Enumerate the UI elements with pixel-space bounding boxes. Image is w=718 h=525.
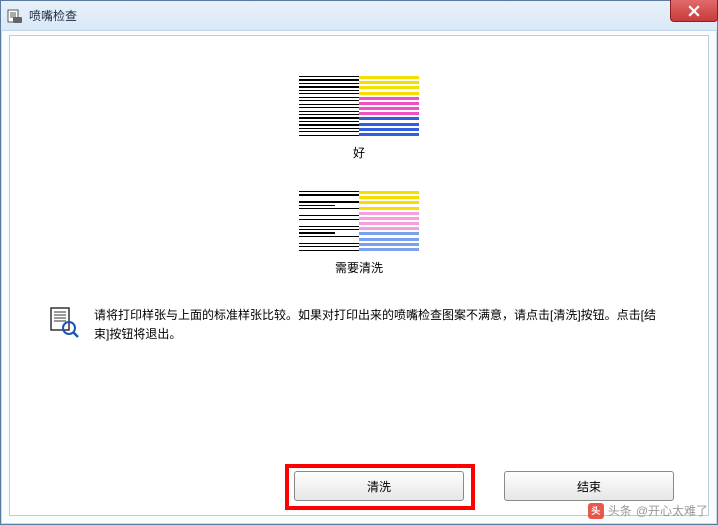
sample-good: 好 [30, 76, 688, 161]
watermark: 头 头条 @开心太难了 [588, 502, 708, 519]
window-title: 喷嘴检查 [29, 7, 77, 24]
titlebar: 喷嘴检查 [1, 1, 717, 31]
instruction-text: 请将打印样张与上面的标准样张比较。如果对打印出来的喷嘴检查图案不满意，请点击[清… [94, 306, 670, 344]
clean-button[interactable]: 清洗 [294, 471, 464, 501]
close-icon [688, 5, 700, 17]
client-area: 好 需要清洗 [9, 35, 709, 516]
watermark-handle: @开心太难了 [636, 502, 708, 519]
button-bar: 清洗 结束 [10, 471, 708, 501]
nozzle-pattern-bad [299, 191, 419, 251]
app-icon [7, 8, 23, 24]
sample-bad: 需要清洗 [30, 191, 688, 276]
sample-good-label: 好 [353, 144, 365, 161]
watermark-prefix: 头条 [608, 502, 632, 519]
instruction-row: 请将打印样张与上面的标准样张比较。如果对打印出来的喷嘴检查图案不满意，请点击[清… [30, 306, 688, 344]
content: 好 需要清洗 [10, 36, 708, 515]
sample-bad-label: 需要清洗 [335, 259, 383, 276]
close-button[interactable] [670, 0, 718, 22]
dialog-window: 喷嘴检查 好 [0, 0, 718, 525]
toutiao-logo-icon: 头 [588, 503, 604, 519]
finish-button[interactable]: 结束 [504, 471, 674, 501]
nozzle-pattern-good [299, 76, 419, 136]
printer-magnify-icon [48, 306, 80, 338]
